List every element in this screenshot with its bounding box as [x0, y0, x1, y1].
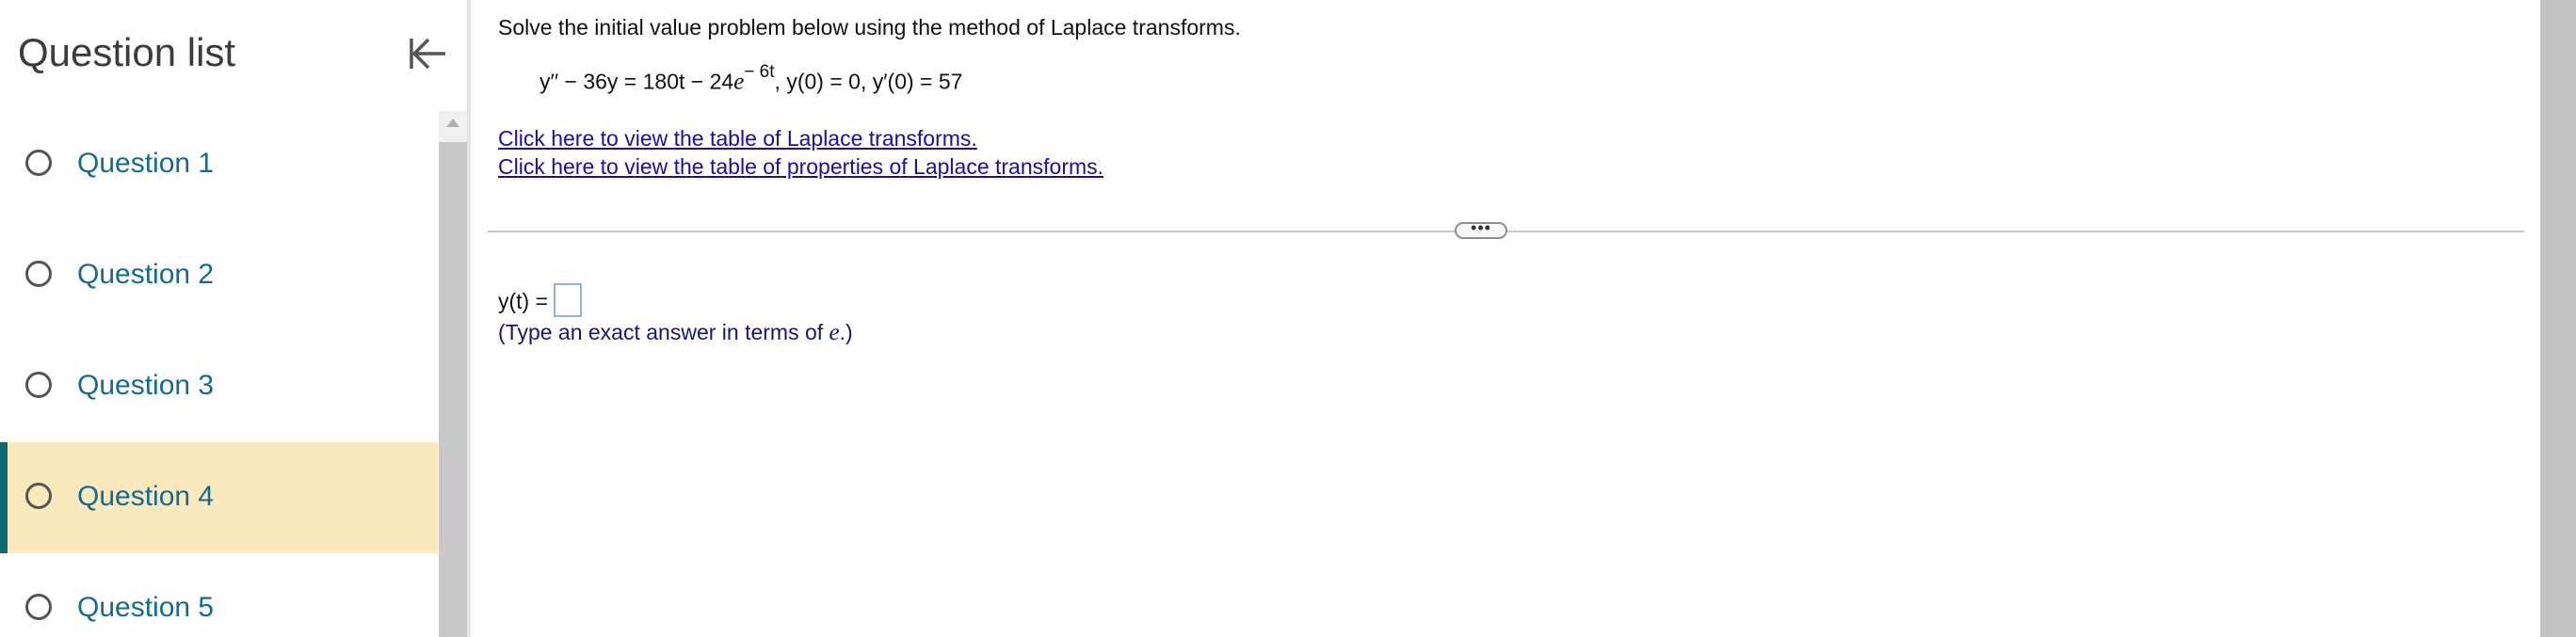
question-item-5[interactable]: Question 5 — [0, 553, 438, 637]
question-item-4[interactable]: Question 4 — [0, 442, 438, 553]
hint-e: e — [829, 320, 840, 345]
question-label: Question 1 — [77, 148, 215, 179]
hint-suffix: .) — [839, 320, 853, 344]
equation-lhs: y′′ − 36y = 180t − 24 — [539, 69, 734, 94]
question-content: Solve the initial value problem below us… — [471, 0, 2538, 637]
radio-icon — [25, 150, 52, 176]
answer-label: y(t) = — [498, 289, 549, 313]
laplace-table-link[interactable]: Click here to view the table of Laplace … — [498, 126, 977, 151]
answer-hint: (Type an exact answer in terms of e.) — [498, 320, 853, 346]
sidebar-title: Question list — [18, 30, 236, 74]
sidebar-scrollbar[interactable] — [439, 111, 467, 637]
answer-input[interactable] — [554, 283, 582, 317]
equation: y′′ − 36y = 180t − 24e− 6t, y(0) = 0, y′… — [539, 62, 963, 96]
question-label: Question 4 — [77, 481, 215, 512]
collapse-left-icon — [410, 38, 445, 70]
main-scrollbar[interactable] — [2540, 0, 2576, 637]
scroll-up-arrow-icon[interactable] — [446, 119, 459, 127]
sidebar-header: Question list — [0, 0, 438, 105]
radio-icon — [25, 372, 52, 398]
collapse-sidebar-button[interactable] — [403, 30, 450, 77]
question-item-2[interactable]: Question 2 — [0, 220, 438, 331]
question-item-1[interactable]: Question 1 — [0, 109, 438, 220]
radio-icon — [25, 594, 52, 620]
question-list: Question 1 Question 2 Question 3 Questio… — [0, 109, 438, 637]
sidebar-scrollbar-thumb[interactable] — [439, 142, 467, 637]
question-label: Question 5 — [77, 592, 215, 623]
radio-icon — [25, 483, 52, 509]
radio-icon — [25, 261, 52, 287]
equation-exponent: − 6t — [744, 62, 775, 82]
hint-prefix: (Type an exact answer in terms of — [498, 320, 829, 344]
question-label: Question 2 — [77, 259, 215, 290]
laplace-properties-link[interactable]: Click here to view the table of properti… — [498, 154, 1103, 180]
more-options-button[interactable]: ••• — [1455, 219, 1507, 239]
active-indicator — [0, 442, 8, 553]
question-list-sidebar: Question list Question 1 Question 2 Ques… — [0, 0, 438, 637]
equation-e: e — [733, 69, 745, 95]
instruction-text: Solve the initial value problem below us… — [498, 15, 1241, 40]
question-item-3[interactable]: Question 3 — [0, 331, 438, 442]
equation-conditions: , y(0) = 0, y′(0) = 57 — [774, 69, 963, 94]
question-label: Question 3 — [77, 370, 215, 401]
